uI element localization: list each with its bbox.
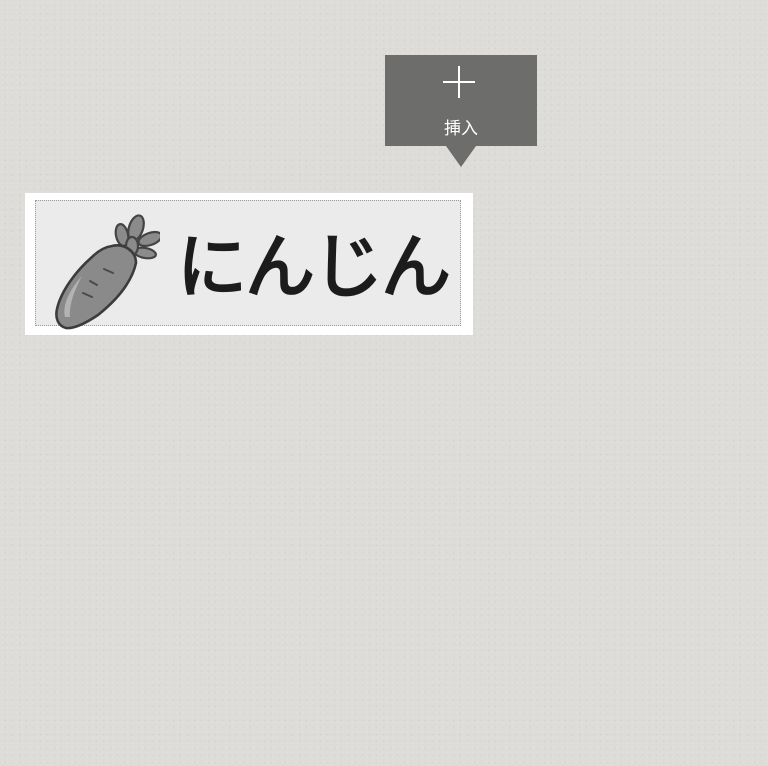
label-content-area: にんじん — [35, 200, 461, 330]
insert-label: 挿入 — [444, 119, 478, 139]
carrot-icon — [55, 214, 160, 330]
insert-tooltip-box[interactable]: 挿入 — [385, 55, 537, 146]
label-text: にんじん — [177, 226, 451, 308]
name-label-card[interactable]: にんじん — [25, 193, 473, 335]
plus-icon — [443, 66, 475, 98]
tooltip-arrow — [446, 146, 476, 167]
insert-button[interactable]: 挿入 — [385, 55, 537, 167]
